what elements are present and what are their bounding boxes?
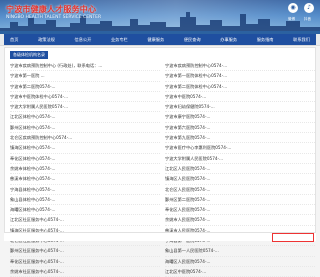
nav-item-home[interactable]: 首页: [10, 37, 18, 43]
nav-item-policy[interactable]: 政策法规: [38, 37, 55, 43]
list-item[interactable]: 象山县体检中心0574-...: [10, 195, 160, 206]
list-item[interactable]: 奉化区人民医院0574-...: [165, 205, 315, 216]
list-item[interactable]: 海曙区人民医院0574-...: [165, 257, 315, 267]
right-institution-list: 宁波市疾病预防控制中心0574-... 宁波市第一医院体检中心0574-... …: [165, 61, 315, 277]
corner-highlight-box[interactable]: [272, 233, 314, 242]
nav-item-info[interactable]: 信息公开: [75, 37, 92, 43]
site-subtitle: NINGBO HEALTH TALENT SERVICE CENTER: [6, 15, 102, 20]
list-item[interactable]: 奉化区体检中心0574-...: [10, 154, 160, 164]
main-navigation: 首页 政策法规 信息公开 业务专栏 健康服务 便民查询 办事服务 服务指南 联系…: [0, 34, 320, 46]
nav-bar: 首页 政策法规 信息公开 业务专栏 健康服务 便民查询 办事服务 服务指南 联系…: [4, 34, 316, 45]
list-item[interactable]: 宁波市康宁医院0574-...: [165, 112, 315, 123]
list-item[interactable]: 宁波市第九医院0574-...: [165, 133, 315, 144]
list-item[interactable]: 北仑区人民医院0574-...: [165, 185, 315, 195]
list-item[interactable]: 宁波市第二医院体检中心0574-...: [165, 82, 315, 92]
list-item[interactable]: 象山县第一人民医院0574-...: [165, 246, 315, 257]
list-item[interactable]: 宁波市医疗中心李惠利医院0574-...: [165, 143, 315, 154]
section-title-tag: 各级体检机构名录: [10, 51, 48, 59]
list-item[interactable]: 宁波市第一医院 ...: [10, 71, 160, 82]
list-item[interactable]: 宁波市疾病预防控制中心0574-...: [165, 61, 315, 72]
nav-item-contact[interactable]: 联系我们: [293, 37, 310, 43]
list-item[interactable]: 江北区社区服务中心0574-...: [10, 215, 160, 226]
site-title: 宁波市健康人才服务中心: [6, 5, 97, 14]
list-item[interactable]: 江北区体检中心0574-...: [10, 112, 160, 123]
nav-item-guide[interactable]: 服务指南: [257, 37, 274, 43]
tiktok-label: 抖音: [304, 17, 311, 21]
left-institution-list: 宁波市疾病预防控制中心 (行政处)，联系电话：... 宁波市第一医院 ... 宁…: [10, 61, 160, 277]
list-item[interactable]: 江北区中医院0574-...: [165, 267, 315, 277]
list-item[interactable]: 海曙区体检中心0574-...: [10, 205, 160, 216]
list-item[interactable]: 宁波市第六医院0574-...: [165, 123, 315, 134]
list-item[interactable]: 北仑区疾病预防控制中心0574-...: [10, 133, 160, 144]
list-item[interactable]: 宁波市中医院体检中心0574-...: [10, 92, 160, 103]
nav-item-service[interactable]: 办事服务: [220, 37, 237, 43]
content-panel: 各级体检机构名录 宁波市疾病预防控制中心 (行政处)，联系电话：... 宁波市第…: [4, 47, 316, 277]
header-banner: 宁波市健康人才服务中心 NINGBO HEALTH TALENT SERVICE…: [0, 0, 320, 34]
list-item[interactable]: 宁波大学附属人民医院0574-...: [165, 154, 315, 164]
list-item[interactable]: 宁波市第二医院0574-...: [10, 82, 160, 92]
nav-item-business[interactable]: 业务专栏: [111, 37, 128, 43]
list-item[interactable]: 余姚市体检中心0574-...: [10, 164, 160, 175]
list-item[interactable]: 宁波大学附属人民医院0574-...: [10, 102, 160, 113]
list-item[interactable]: 慈溪市体检中心0574-...: [10, 174, 160, 185]
list-item[interactable]: 镇海区人民医院0574-...: [165, 174, 315, 185]
nav-item-health[interactable]: 健康服务: [147, 37, 164, 43]
list-item[interactable]: 宁波市疾病预防控制中心 (行政处)，联系电话：...: [10, 61, 160, 72]
list-item[interactable]: 奉化区社区服务中心0574-...: [10, 257, 160, 267]
list-item[interactable]: 余姚市人民医院0574-...: [165, 215, 315, 226]
list-item[interactable]: 宁海县体检中心0574-...: [10, 185, 160, 195]
list-item[interactable]: 宁波市妇幼保健院0574-...: [165, 102, 315, 113]
list-item[interactable]: 镇海区体检中心0574-...: [10, 143, 160, 154]
list-item[interactable]: 余姚市社区服务中心0574-...: [10, 267, 160, 277]
list-item[interactable]: 鄞州区第二医院0574-...: [165, 195, 315, 206]
weibo-label: 微博: [288, 17, 295, 21]
weibo-icon[interactable]: ◉: [288, 3, 298, 13]
list-item[interactable]: 江北区人民医院0574-...: [165, 164, 315, 175]
list-item[interactable]: 鄞州区体检中心0574-...: [10, 123, 160, 134]
list-item[interactable]: 宁波市中医院0574-...: [165, 92, 315, 103]
list-item[interactable]: 宁波市第一医院体检中心0574-...: [165, 71, 315, 82]
nav-item-query[interactable]: 便民查询: [184, 37, 201, 43]
tiktok-icon[interactable]: ♪: [304, 3, 314, 13]
social-icons: ◉ 微博 ♪ 抖音: [288, 3, 316, 21]
list-item[interactable]: 鄞州区社区服务中心0574-...: [10, 246, 160, 257]
